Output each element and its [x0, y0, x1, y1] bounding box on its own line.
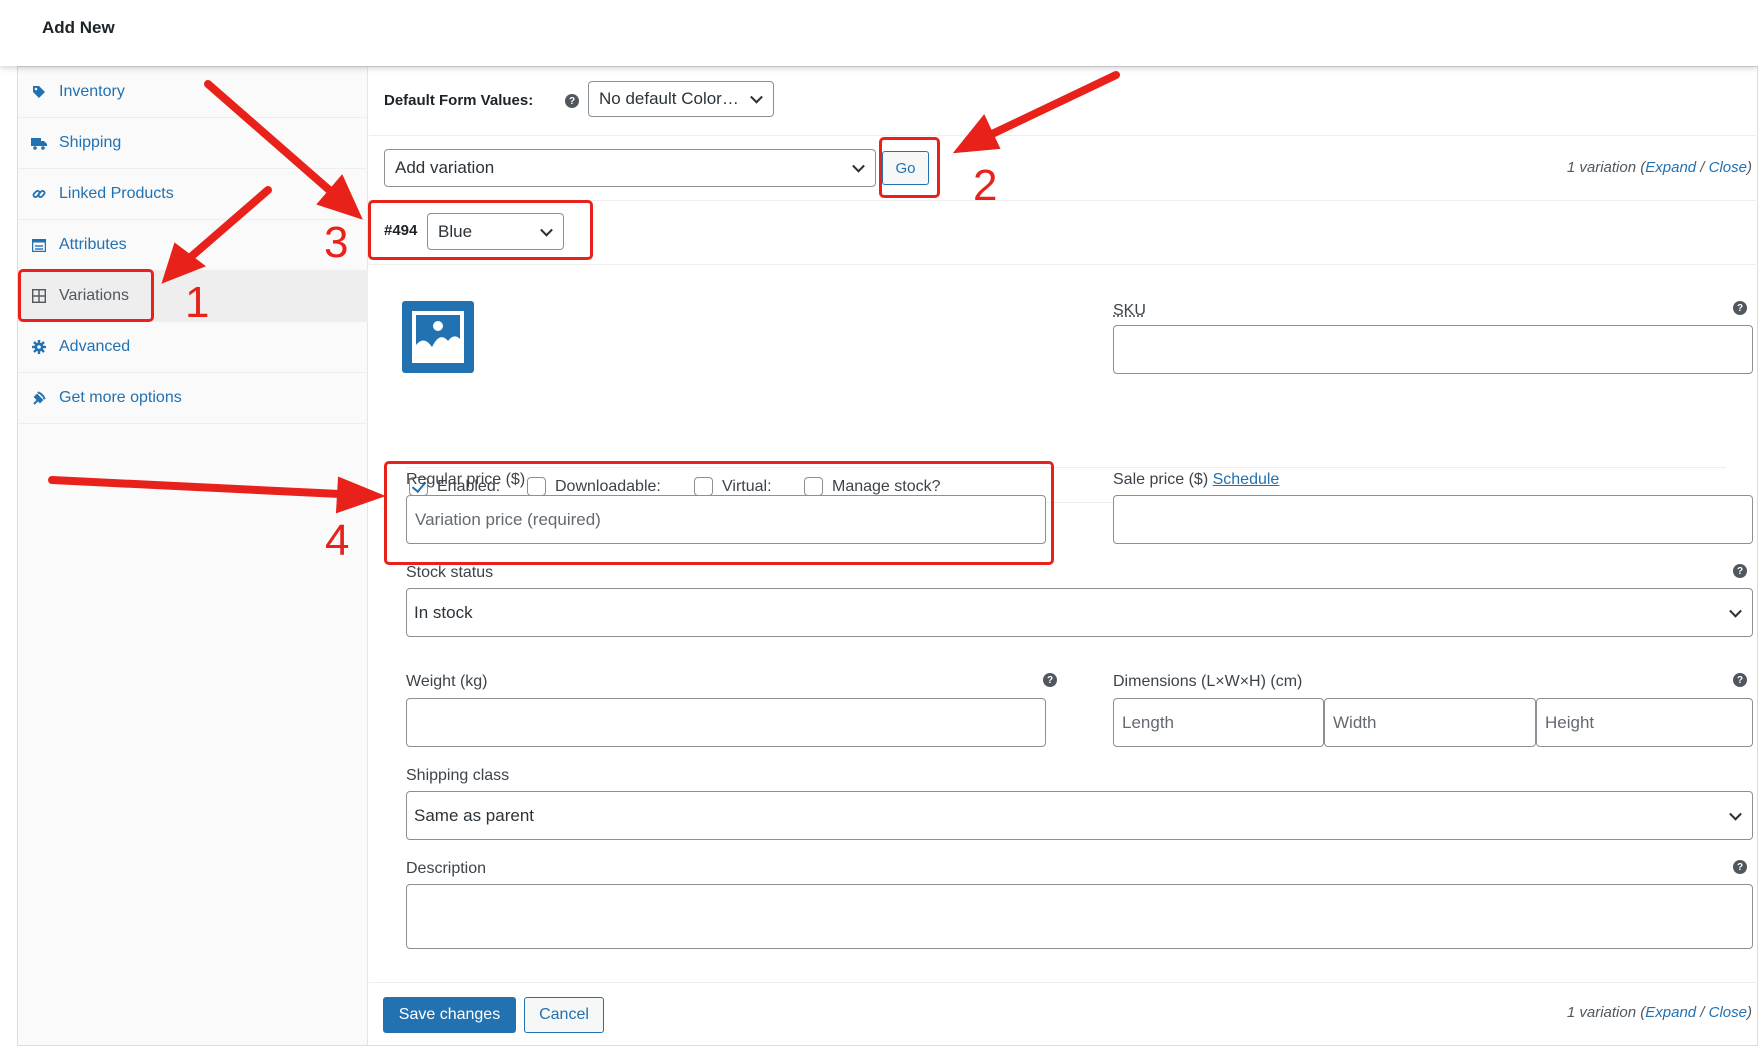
sidebar-item-shipping[interactable]: Shipping: [18, 118, 368, 169]
help-icon[interactable]: ?: [1733, 860, 1747, 874]
width-input[interactable]: Width: [1324, 698, 1536, 747]
variation-id: #494: [384, 222, 418, 239]
image-placeholder-icon: [412, 311, 464, 363]
chevron-down-icon: [750, 90, 763, 104]
variation-image-upload[interactable]: [402, 301, 474, 373]
sidebar-item-label: Variations: [59, 287, 129, 304]
link-icon: [31, 186, 47, 202]
top-bar: Add New: [0, 0, 1758, 66]
sale-price-input[interactable]: [1113, 495, 1753, 544]
variation-count: 1 variation (Expand / Close): [1566, 159, 1752, 176]
default-form-values-row: Default Form Values: ? No default Color…: [369, 67, 1758, 136]
schedule-link[interactable]: Schedule: [1213, 471, 1280, 488]
save-changes-button[interactable]: Save changes: [383, 997, 516, 1033]
dimensions-label: Dimensions (L×W×H) (cm): [1113, 673, 1303, 690]
sidebar-item-attributes[interactable]: Attributes: [18, 220, 368, 271]
description-label: Description: [406, 860, 487, 877]
length-input[interactable]: Length: [1113, 698, 1324, 747]
cancel-button[interactable]: Cancel: [524, 997, 604, 1033]
stock-status-label: Stock status: [406, 564, 494, 581]
tag-icon: [31, 84, 47, 100]
expand-link[interactable]: Expand: [1645, 1004, 1696, 1021]
sidebar-item-advanced[interactable]: Advanced: [18, 322, 368, 373]
annotation-number-1: 1: [185, 278, 210, 327]
page-title: Add New: [42, 18, 115, 37]
annotation-number-2: 2: [973, 161, 998, 210]
chevron-down-icon: [1729, 807, 1742, 821]
sidebar-item-label: Advanced: [59, 338, 131, 355]
default-form-values-label: Default Form Values:: [384, 92, 534, 109]
sidebar-item-get-more-options[interactable]: Get more options: [18, 373, 368, 424]
sidebar-item-label: Inventory: [59, 83, 125, 100]
truck-icon: [31, 135, 47, 151]
help-icon[interactable]: ?: [1043, 673, 1057, 687]
weight-label: Weight (kg): [406, 673, 488, 690]
regular-price-input[interactable]: Variation price (required): [406, 495, 1046, 544]
chevron-down-icon: [1729, 604, 1742, 618]
shipping-class-label: Shipping class: [406, 767, 510, 784]
downloadable-checkbox[interactable]: [527, 477, 546, 496]
save-row: Save changes Cancel 1 variation (Expand …: [369, 982, 1758, 1045]
description-textarea[interactable]: [406, 884, 1753, 949]
sidebar-item-linked-products[interactable]: Linked Products: [18, 169, 368, 220]
help-icon[interactable]: ?: [1733, 301, 1747, 315]
variation-action-select[interactable]: Add variation: [384, 149, 876, 187]
expand-link[interactable]: Expand: [1645, 159, 1696, 176]
sku-label: SKU: [1113, 302, 1146, 319]
annotation-number-4: 4: [325, 516, 350, 565]
chevron-down-icon: [540, 223, 553, 237]
close-link[interactable]: Close: [1709, 1004, 1747, 1021]
annotation-number-3: 3: [324, 218, 349, 267]
close-link[interactable]: Close: [1709, 159, 1747, 176]
sku-input[interactable]: [1113, 325, 1753, 374]
manage-stock-label: Manage stock?: [832, 478, 941, 495]
sidebar-item-label: Attributes: [59, 236, 127, 253]
variation-header[interactable]: #494 Blue: [369, 201, 1758, 265]
sidebar-item-label: Linked Products: [59, 185, 174, 202]
variation-actions-row: Add variation Go 1 variation (Expand / C…: [369, 136, 1758, 201]
stock-status-select[interactable]: In stock: [406, 588, 1753, 637]
shipping-class-select[interactable]: Same as parent: [406, 791, 1753, 840]
virtual-label: Virtual:: [722, 478, 772, 495]
variations-panel: Default Form Values: ? No default Color……: [369, 67, 1758, 1045]
gear-icon: [31, 339, 47, 355]
product-data-tabs: Inventory Shipping Linked Products Attri…: [18, 67, 368, 1045]
chevron-down-icon: [852, 159, 865, 173]
grid-icon: [31, 288, 47, 304]
manage-stock-checkbox[interactable]: [804, 477, 823, 496]
virtual-checkbox[interactable]: [694, 477, 713, 496]
variation-color-select[interactable]: Blue: [427, 213, 564, 250]
help-icon[interactable]: ?: [565, 94, 579, 108]
sale-price-label: Sale price ($) Schedule: [1113, 471, 1280, 488]
go-button[interactable]: Go: [882, 151, 929, 185]
downloadable-label: Downloadable:: [555, 478, 661, 495]
height-input[interactable]: Height: [1536, 698, 1753, 747]
sidebar-item-label: Shipping: [59, 134, 122, 151]
product-data-panel: Inventory Shipping Linked Products Attri…: [17, 66, 1758, 1046]
weight-input[interactable]: [406, 698, 1046, 747]
sidebar-item-inventory[interactable]: Inventory: [18, 67, 368, 118]
help-icon[interactable]: ?: [1733, 564, 1747, 578]
help-icon[interactable]: ?: [1733, 673, 1747, 687]
variation-count: 1 variation (Expand / Close): [1566, 1004, 1752, 1021]
regular-price-label: Regular price ($): [406, 471, 526, 488]
plugin-icon: [31, 390, 47, 406]
default-color-select[interactable]: No default Color…: [588, 81, 774, 117]
sidebar-item-label: Get more options: [59, 389, 182, 406]
table-icon: [31, 237, 47, 253]
